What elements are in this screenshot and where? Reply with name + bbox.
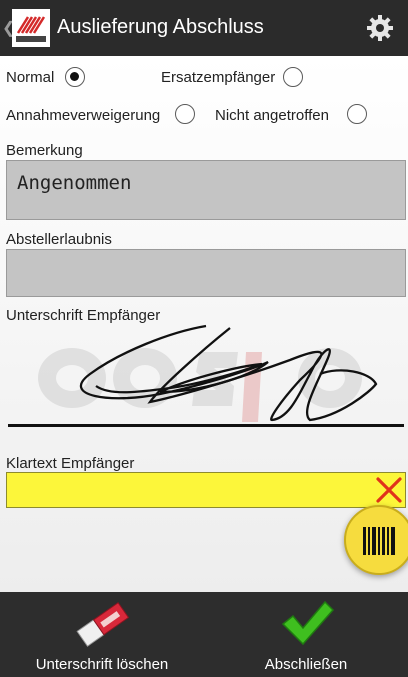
drop-permission-field[interactable] [6, 249, 406, 297]
radio-label-nicht-angetroffen[interactable]: Nicht angetroffen [215, 107, 329, 124]
radio-ersatzempfaenger[interactable] [283, 67, 303, 87]
finish-button[interactable]: Abschließen [204, 592, 408, 677]
eraser-icon [76, 602, 130, 647]
radio-annahmeverweigerung[interactable] [175, 104, 195, 124]
signature-watermark-and-stroke [38, 324, 378, 422]
clear-signature-label: Unterschrift löschen [35, 656, 169, 673]
radio-label-annahmeverweigerung[interactable]: Annahmeverweigerung [6, 107, 160, 124]
remark-value: Angenommen [17, 172, 132, 194]
clear-signature-button[interactable]: Unterschrift löschen [0, 592, 204, 677]
radio-label-normal[interactable]: Normal [6, 69, 54, 86]
gear-icon[interactable] [366, 14, 394, 42]
cosys-logo-icon[interactable] [12, 9, 50, 47]
finish-label: Abschließen [264, 656, 348, 673]
page-title: Auslieferung Abschluss [57, 16, 264, 38]
app-bar: ❮ Auslieferung Abschluss [0, 0, 408, 56]
signature-baseline [8, 424, 404, 427]
radio-label-ersatzempfaenger[interactable]: Ersatzempfänger [161, 69, 275, 86]
remark-label: Bemerkung [6, 142, 83, 159]
signature-pad[interactable] [0, 322, 408, 432]
remark-field[interactable]: Angenommen [6, 160, 406, 220]
clear-x-icon[interactable] [375, 476, 403, 504]
clear-name-label: Klartext Empfänger [6, 455, 135, 472]
radio-normal[interactable] [65, 67, 85, 87]
drop-permission-label: Abstellerlaubnis [6, 231, 112, 248]
radio-nicht-angetroffen[interactable] [347, 104, 367, 124]
checkmark-icon [281, 600, 335, 646]
scan-barcode-button[interactable] [344, 505, 408, 575]
clear-name-field[interactable] [6, 472, 406, 508]
bottom-action-bar: Unterschrift löschen Abschließen [0, 592, 408, 677]
barcode-icon [362, 525, 396, 557]
